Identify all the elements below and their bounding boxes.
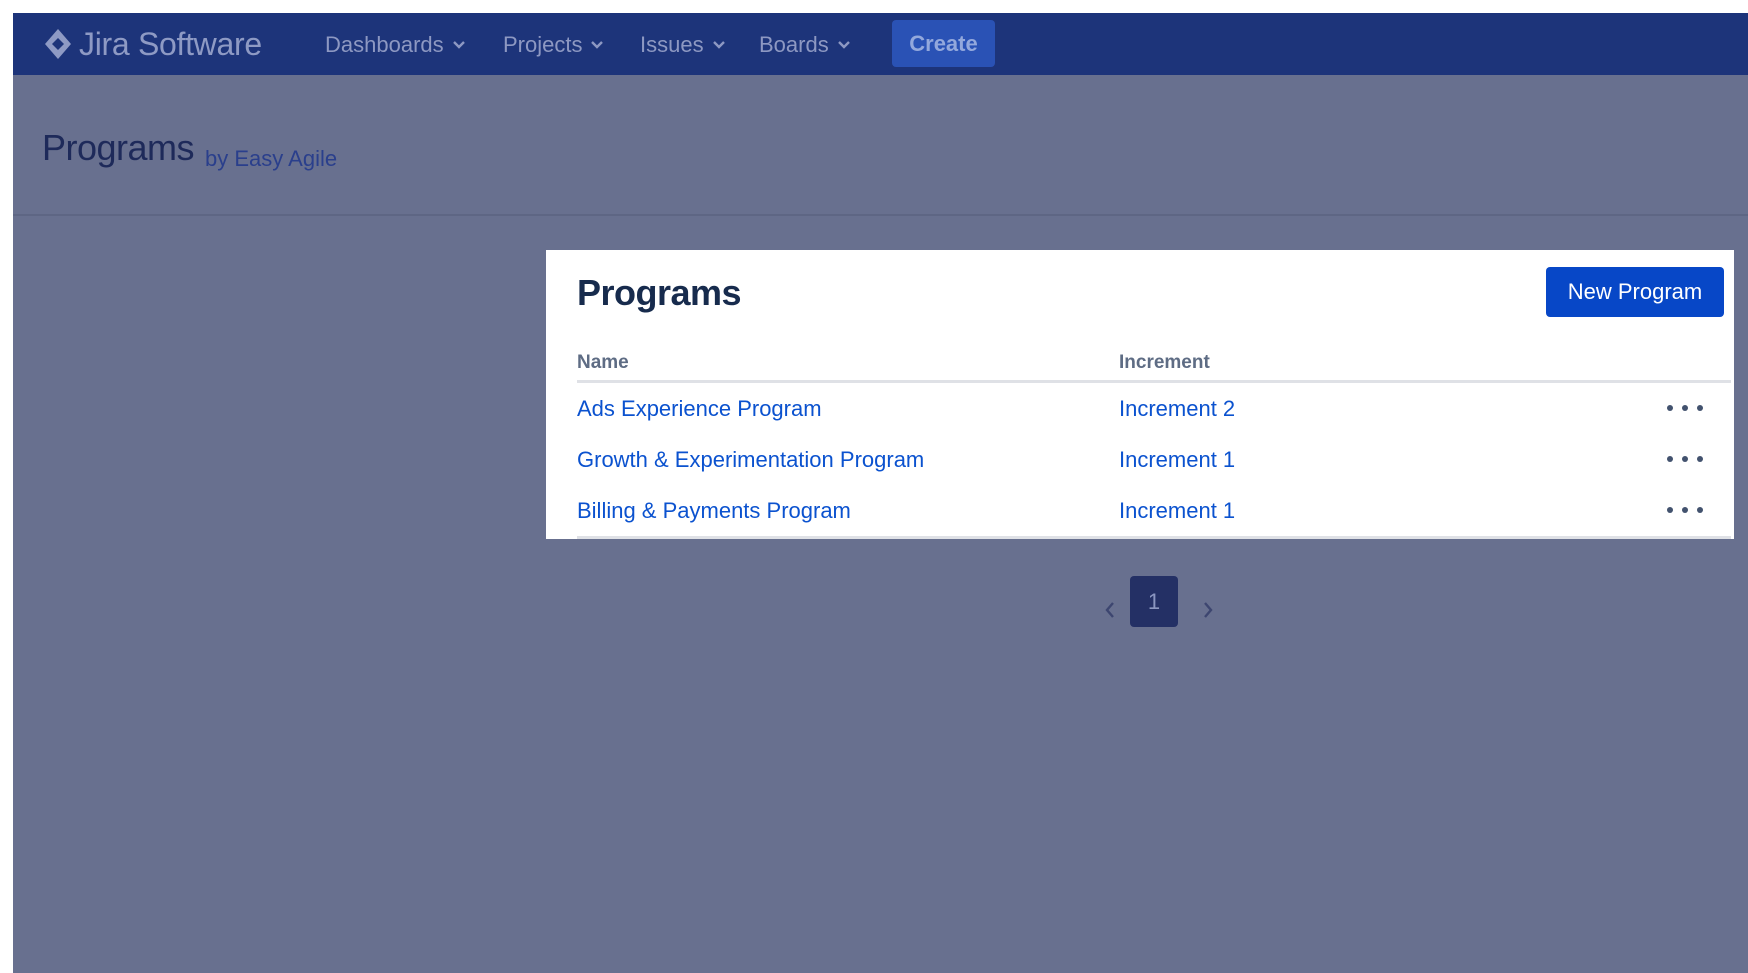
table-body: Ads Experience Program Increment 2 Growt… (577, 383, 1731, 539)
more-options-icon[interactable] (1667, 448, 1703, 470)
new-program-button[interactable]: New Program (1546, 267, 1724, 317)
nav-issues-label: Issues (640, 32, 704, 57)
increment-link[interactable]: Increment 2 (1119, 396, 1235, 422)
pagination-next-button[interactable] (1196, 595, 1220, 625)
nav-dashboards-label: Dashboards (325, 32, 444, 57)
product-name: Jira Software (79, 26, 262, 62)
nav-projects-label: Projects (503, 32, 583, 57)
nav-boards-label: Boards (759, 32, 829, 57)
page-subtitle[interactable]: by Easy Agile (205, 146, 337, 172)
chevron-down-icon (452, 41, 465, 49)
jira-diamond-icon (45, 29, 71, 59)
programs-card: Programs New Program Name Increment Ads … (546, 250, 1734, 539)
page-header: Programs by Easy Agile (13, 75, 1748, 216)
chevron-down-icon (591, 41, 604, 49)
table-row: Growth & Experimentation Program Increme… (577, 434, 1731, 485)
program-name-link[interactable]: Billing & Payments Program (577, 498, 851, 524)
column-header-increment: Increment (1119, 352, 1210, 373)
pagination-prev-button[interactable] (1098, 595, 1122, 625)
logo[interactable]: Jira Software (43, 27, 262, 61)
chevron-left-icon (1105, 602, 1114, 618)
chevron-down-icon (837, 41, 850, 49)
increment-link[interactable]: Increment 1 (1119, 447, 1235, 473)
pagination-page-current[interactable]: 1 (1130, 576, 1178, 627)
nav-boards[interactable]: Boards (759, 31, 851, 59)
increment-link[interactable]: Increment 1 (1119, 498, 1235, 524)
app-window: Jira Software Dashboards Projects Issues… (13, 13, 1748, 973)
table-header: Name Increment (577, 346, 1731, 383)
card-title: Programs (577, 272, 742, 313)
program-name-link[interactable]: Ads Experience Program (577, 396, 822, 422)
chevron-right-icon (1204, 602, 1213, 618)
nav-projects[interactable]: Projects (503, 31, 604, 59)
program-name-link[interactable]: Growth & Experimentation Program (577, 447, 924, 473)
page-title: Programs (42, 127, 195, 168)
programs-table: Name Increment Ads Experience Program In… (577, 346, 1731, 539)
create-button[interactable]: Create (892, 20, 995, 67)
more-options-icon[interactable] (1667, 499, 1703, 521)
nav-dashboards[interactable]: Dashboards (325, 31, 466, 59)
table-row: Billing & Payments Program Increment 1 (577, 485, 1731, 536)
more-options-icon[interactable] (1667, 397, 1703, 419)
table-row: Ads Experience Program Increment 2 (577, 383, 1731, 434)
nav-issues[interactable]: Issues (640, 31, 726, 59)
column-header-name: Name (577, 352, 629, 373)
top-navigation: Jira Software Dashboards Projects Issues… (13, 13, 1748, 75)
chevron-down-icon (712, 41, 725, 49)
